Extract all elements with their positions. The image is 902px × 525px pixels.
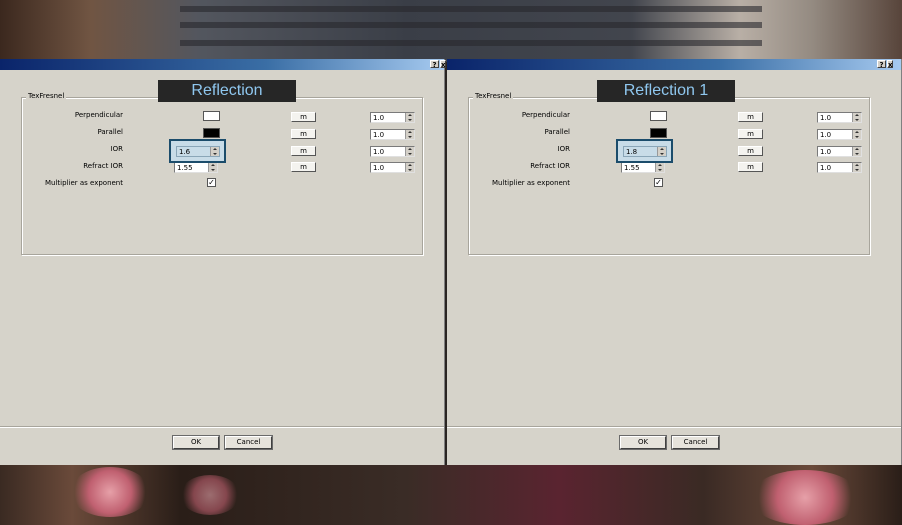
spinner-arrows-icon[interactable] <box>405 163 414 172</box>
spinner-value: 1.0 <box>820 164 832 172</box>
spinner-arrows-icon[interactable] <box>208 163 217 172</box>
ior-label: IOR <box>110 145 123 153</box>
background-beam <box>180 22 762 28</box>
refract-ior-label: Refract IOR <box>83 162 123 170</box>
close-icon[interactable]: x <box>887 60 893 69</box>
perpendicular-label: Perpendicular <box>74 111 123 119</box>
background-beam <box>180 40 762 46</box>
multiplier-as-exponent-checkbox[interactable]: ✓ <box>207 178 216 187</box>
refract-ior-map-button[interactable]: m <box>291 162 316 172</box>
spinner-arrows-icon[interactable] <box>405 130 414 139</box>
reflection-1-dialog: ? x Reflection 1 TexFresnel Perpendicula… <box>447 59 902 465</box>
perpendicular-map-button[interactable]: m <box>738 112 763 122</box>
refract-ior-input[interactable]: 1.55 <box>174 162 218 173</box>
multiplier-as-exponent-label: Multiplier as exponent <box>45 179 123 187</box>
title-bar: ? x <box>0 59 446 70</box>
ior-highlight-frame: 1.8 <box>616 139 673 163</box>
spinner-value: 1.55 <box>624 164 640 172</box>
perpendicular-label: Perpendicular <box>521 111 570 119</box>
parallel-map-button[interactable]: m <box>291 129 316 139</box>
background-flower <box>750 470 860 525</box>
ior-highlight-frame: 1.6 <box>169 139 226 163</box>
refract-ior-label: Refract IOR <box>530 162 570 170</box>
group-label: TexFresnel <box>26 92 67 100</box>
footer-divider <box>0 426 444 428</box>
spinner-arrows-icon[interactable] <box>852 147 861 156</box>
spinner-value: 1.0 <box>373 164 385 172</box>
spinner-value: 1.0 <box>373 114 385 122</box>
refract-ior-map-button[interactable]: m <box>738 162 763 172</box>
ior-multiplier-spinner[interactable]: 1.0 <box>817 146 862 157</box>
perpendicular-color-swatch[interactable] <box>650 111 667 121</box>
background-flower <box>180 475 240 515</box>
background-flower <box>70 467 150 517</box>
multiplier-as-exponent-checkbox[interactable]: ✓ <box>654 178 663 187</box>
parallel-multiplier-spinner[interactable]: 1.0 <box>817 129 862 140</box>
title-bar: ? x <box>447 59 901 70</box>
parallel-multiplier-spinner[interactable]: 1.0 <box>370 129 415 140</box>
ior-label: IOR <box>557 145 570 153</box>
dialog-heading: Reflection 1 <box>597 80 735 102</box>
spinner-arrows-icon[interactable] <box>852 113 861 122</box>
group-label: TexFresnel <box>473 92 514 100</box>
close-icon[interactable]: x <box>440 60 446 69</box>
help-icon[interactable]: ? <box>877 60 886 69</box>
ok-button[interactable]: OK <box>172 435 220 450</box>
footer-divider <box>447 426 901 428</box>
spinner-value: 1.0 <box>373 131 385 139</box>
spinner-arrows-icon[interactable] <box>405 147 414 156</box>
perpendicular-multiplier-spinner[interactable]: 1.0 <box>370 112 415 123</box>
spinner-arrows-icon[interactable] <box>657 147 666 156</box>
parallel-map-button[interactable]: m <box>738 129 763 139</box>
ior-map-button[interactable]: m <box>291 146 316 156</box>
cancel-button[interactable]: Cancel <box>224 435 273 450</box>
ior-input[interactable]: 1.6 <box>176 146 220 157</box>
parallel-label: Parallel <box>97 128 123 136</box>
spinner-value: 1.6 <box>179 148 191 156</box>
perpendicular-multiplier-spinner[interactable]: 1.0 <box>817 112 862 123</box>
spinner-value: 1.0 <box>373 148 385 156</box>
parallel-color-swatch[interactable] <box>203 128 220 138</box>
refract-ior-multiplier-spinner[interactable]: 1.0 <box>370 162 415 173</box>
spinner-value: 1.8 <box>626 148 638 156</box>
help-icon[interactable]: ? <box>430 60 439 69</box>
spinner-value: 1.0 <box>820 131 832 139</box>
ior-multiplier-spinner[interactable]: 1.0 <box>370 146 415 157</box>
cancel-button[interactable]: Cancel <box>671 435 720 450</box>
ior-map-button[interactable]: m <box>738 146 763 156</box>
texfresnel-group: TexFresnel Perpendicular m 1.0 Parallel … <box>21 92 423 255</box>
texfresnel-group: TexFresnel Perpendicular m 1.0 Parallel … <box>468 92 870 255</box>
spinner-arrows-icon[interactable] <box>655 163 664 172</box>
ok-button[interactable]: OK <box>619 435 667 450</box>
background-bottom <box>0 465 902 525</box>
spinner-value: 1.0 <box>820 114 832 122</box>
background-beam <box>180 6 762 12</box>
refract-ior-multiplier-spinner[interactable]: 1.0 <box>817 162 862 173</box>
spinner-arrows-icon[interactable] <box>210 147 219 156</box>
reflection-dialog: ? x Reflection TexFresnel Perpendicular … <box>0 59 446 465</box>
multiplier-as-exponent-label: Multiplier as exponent <box>492 179 570 187</box>
spinner-value: 1.55 <box>177 164 193 172</box>
perpendicular-map-button[interactable]: m <box>291 112 316 122</box>
spinner-arrows-icon[interactable] <box>852 130 861 139</box>
parallel-label: Parallel <box>544 128 570 136</box>
spinner-arrows-icon[interactable] <box>405 113 414 122</box>
perpendicular-color-swatch[interactable] <box>203 111 220 121</box>
refract-ior-input[interactable]: 1.55 <box>621 162 665 173</box>
spinner-value: 1.0 <box>820 148 832 156</box>
parallel-color-swatch[interactable] <box>650 128 667 138</box>
background-top <box>0 0 902 62</box>
dialog-heading: Reflection <box>158 80 296 102</box>
ior-input[interactable]: 1.8 <box>623 146 667 157</box>
spinner-arrows-icon[interactable] <box>852 163 861 172</box>
